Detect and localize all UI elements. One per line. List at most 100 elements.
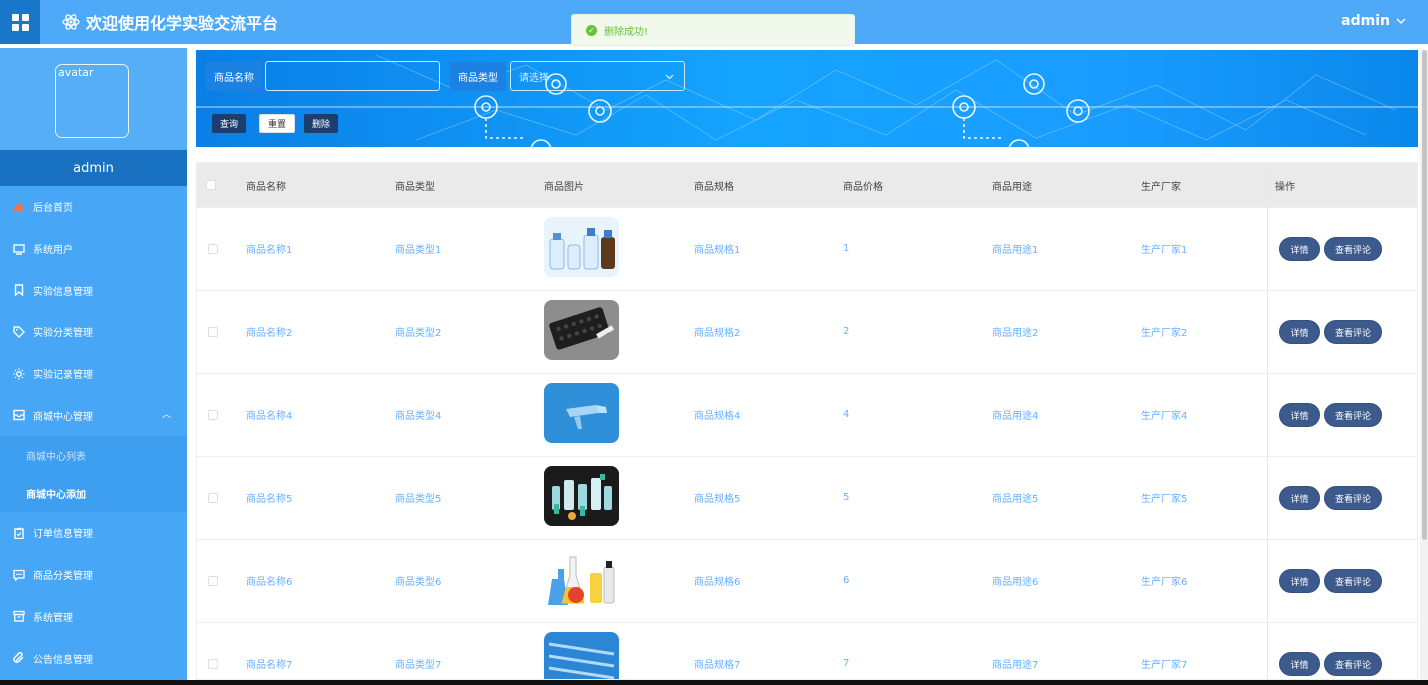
sidebar-item-label: 订单信息管理 (33, 529, 93, 541)
detail-button[interactable]: 详情 (1279, 403, 1320, 427)
sidebar-item-label: 系统用户 (33, 245, 73, 257)
column-header-maker: 生产厂家 (1141, 163, 1181, 207)
table-header (197, 163, 1417, 207)
query-button[interactable]: 查询 (212, 114, 247, 133)
product-name-input[interactable] (265, 61, 440, 91)
sidebar-item-label: 实验分类管理 (33, 328, 93, 340)
product-spec: 商品规格5 (694, 494, 741, 505)
user-menu[interactable]: admin (1341, 13, 1406, 29)
sidebar-subitem-label: 商城中心列表 (26, 451, 86, 463)
detail-button[interactable]: 详情 (1279, 320, 1320, 344)
product-use: 商品用途2 (992, 328, 1039, 339)
monitor-icon (12, 242, 25, 255)
detail-button[interactable]: 详情 (1279, 237, 1320, 261)
product-spec: 商品规格7 (694, 660, 741, 671)
select-all-checkbox[interactable] (206, 180, 216, 190)
product-maker: 生产厂家7 (1141, 660, 1188, 671)
product-maker: 生产厂家1 (1141, 245, 1188, 256)
scrollbar-thumb[interactable] (1422, 50, 1427, 540)
view-comments-button[interactable]: 查看评论 (1324, 569, 1382, 593)
product-type-label: 商品类型 (450, 62, 506, 91)
profile-panel: avatar (0, 48, 187, 150)
product-type: 商品类型6 (395, 577, 442, 588)
product-name: 商品名称6 (246, 577, 293, 588)
sidebar-item-product-category[interactable]: 商品分类管理 (0, 554, 187, 596)
product-price: 5 (843, 492, 850, 503)
product-price: 6 (843, 575, 850, 586)
tag-icon (12, 325, 25, 338)
detail-button[interactable]: 详情 (1279, 569, 1320, 593)
sidebar-item-label: 实验记录管理 (33, 370, 93, 382)
product-type: 商品类型2 (395, 328, 442, 339)
row-divider (197, 456, 1417, 457)
sidebar-subitem-mall-list[interactable]: 商城中心列表 (0, 436, 187, 475)
detail-button[interactable]: 详情 (1279, 652, 1320, 676)
bookmark-icon (12, 284, 25, 297)
paperclip-icon (12, 652, 25, 665)
product-use: 商品用途7 (992, 660, 1039, 671)
sidebar-item-experiment-records[interactable]: 实验记录管理 (0, 353, 187, 395)
product-image (544, 383, 619, 443)
sidebar-item-home[interactable]: 后台首页 (0, 186, 187, 228)
row-checkbox[interactable] (208, 659, 218, 669)
product-name: 商品名称2 (246, 328, 293, 339)
sidebar-item-system-management[interactable]: 系统管理 (0, 596, 187, 638)
product-type-select[interactable]: 请选择 (510, 61, 685, 91)
product-maker: 生产厂家2 (1141, 328, 1188, 339)
product-name: 商品名称1 (246, 245, 293, 256)
row-divider (197, 207, 1417, 208)
sidebar-item-mall-center[interactable]: 商城中心管理 ︿ (0, 394, 187, 436)
avatar[interactable]: avatar (55, 64, 129, 138)
success-toast: ✓ 删除成功! (571, 14, 855, 46)
mail-icon (12, 409, 25, 422)
row-checkbox[interactable] (208, 244, 218, 254)
product-maker: 生产厂家6 (1141, 577, 1188, 588)
clipboard-icon (12, 526, 25, 539)
reset-button[interactable]: 重置 (259, 114, 296, 133)
toast-message: 删除成功! (604, 26, 649, 38)
row-divider (197, 622, 1417, 623)
home-icon (12, 200, 25, 213)
sidebar-item-orders[interactable]: 订单信息管理 (0, 512, 187, 554)
product-image (544, 300, 619, 360)
archive-icon (12, 610, 25, 623)
row-checkbox[interactable] (208, 576, 218, 586)
product-image (544, 217, 619, 277)
row-checkbox[interactable] (208, 493, 218, 503)
chevron-down-icon (1396, 18, 1406, 24)
product-name-label: 商品名称 (206, 62, 262, 91)
product-image (544, 466, 619, 526)
row-checkbox[interactable] (208, 410, 218, 420)
sidebar-subitem-mall-add[interactable]: 商城中心添加 (0, 474, 187, 513)
product-spec: 商品规格6 (694, 577, 741, 588)
grid-menu-icon[interactable] (0, 0, 40, 44)
detail-button[interactable]: 详情 (1279, 486, 1320, 510)
view-comments-button[interactable]: 查看评论 (1324, 486, 1382, 510)
search-panel: 商品名称 商品类型 请选择 查询 重置 删除 (196, 50, 1418, 147)
chevron-up-icon: ︿ (161, 410, 171, 421)
chevron-down-icon (665, 74, 674, 80)
sidebar-item-label: 商城中心管理 (33, 411, 93, 423)
column-header-name: 商品名称 (246, 163, 286, 207)
sidebar-item-system-users[interactable]: 系统用户 (0, 228, 187, 270)
view-comments-button[interactable]: 查看评论 (1324, 403, 1382, 427)
sidebar-item-experiment-info[interactable]: 实验信息管理 (0, 269, 187, 311)
row-checkbox[interactable] (208, 327, 218, 337)
view-comments-button[interactable]: 查看评论 (1324, 652, 1382, 676)
product-name: 商品名称5 (246, 494, 293, 505)
product-type: 商品类型1 (395, 245, 442, 256)
app-title: 欢迎使用化学实验交流平台 (62, 10, 278, 34)
product-spec: 商品规格4 (694, 411, 741, 422)
atom-icon (62, 14, 80, 30)
product-spec: 商品规格1 (694, 245, 741, 256)
product-maker: 生产厂家5 (1141, 494, 1188, 505)
sidebar-item-announcements[interactable]: 公告信息管理 (0, 637, 187, 679)
view-comments-button[interactable]: 查看评论 (1324, 320, 1382, 344)
view-comments-button[interactable]: 查看评论 (1324, 237, 1382, 261)
sidebar-item-label: 商品分类管理 (33, 571, 93, 583)
sidebar-item-label: 公告信息管理 (33, 654, 93, 666)
sidebar: avatar admin 后台首页 系统用户 实验信息管理 实验分类管理 实验记… (0, 48, 187, 680)
delete-button[interactable]: 删除 (304, 114, 339, 133)
user-name: admin (1341, 13, 1390, 29)
sidebar-item-experiment-category[interactable]: 实验分类管理 (0, 311, 187, 353)
